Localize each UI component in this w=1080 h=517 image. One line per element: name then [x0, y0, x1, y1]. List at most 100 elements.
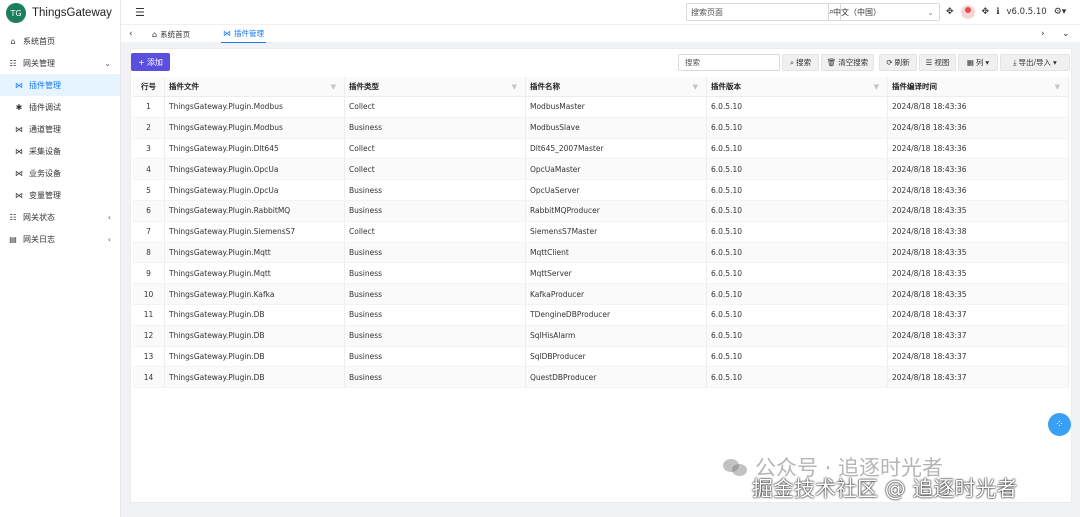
menu-toggle-icon[interactable]: ☰ — [135, 6, 145, 19]
avatar[interactable] — [960, 5, 975, 19]
sidebar-item-2[interactable]: ⋈ 插件管理 — [0, 74, 120, 96]
filter-icon[interactable]: ▼ — [874, 83, 879, 91]
grid-icon: ⁘ — [1055, 419, 1064, 430]
table-row[interactable]: 6 ThingsGateway.Plugin.RabbitMQ Business Ra… — [133, 200, 1069, 222]
table-header-row: 行号 插件文件 ▼ 插件类型 ▼ 插件名称 ▼ 插件版本 ▼ 插件编译时间 ▼ — [133, 77, 1069, 97]
table-cell: ThingsGateway.Plugin.Modbus — [165, 117, 345, 138]
sidebar-item-label: 系统首页 — [23, 36, 55, 46]
column-header-2[interactable]: 插件类型 ▼ — [345, 77, 526, 96]
filter-icon[interactable]: ▼ — [1055, 83, 1060, 91]
table-cell: 2024/8/18 18:43:38 — [888, 221, 1069, 242]
version-label: v6.0.5.10 — [1006, 7, 1047, 17]
table-cell: 6.0.5.10 — [707, 242, 888, 263]
tab-plugin-management[interactable]: ⋈ 插件管理 — [221, 25, 266, 43]
table-row[interactable]: 5 ThingsGateway.Plugin.OpcUa Business OpcUa… — [133, 180, 1069, 201]
tab-label: 系统首页 — [160, 29, 191, 39]
sidebar-item-8[interactable]: ☷ 网关状态 ‹ — [0, 206, 120, 228]
export-import-button[interactable]: ⤓ 导出/导入 ▾ — [1000, 54, 1070, 71]
table-cell: SqlHisAlarm — [526, 325, 707, 346]
table-cell: 2024/8/18 18:43:37 — [888, 367, 1069, 388]
chevron-down-icon: ⌄ — [927, 7, 934, 17]
refresh-icon: ⟳ — [886, 58, 893, 67]
sidebar-item-5[interactable]: ⋈ 采集设备 — [0, 140, 120, 162]
filter-icon[interactable]: ▼ — [331, 83, 336, 91]
table-row[interactable]: 14 ThingsGateway.Plugin.DB Business QuestDB… — [133, 367, 1069, 389]
refresh-button[interactable]: ⟳ 刷新 — [879, 54, 917, 71]
table-cell: ThingsGateway.Plugin.RabbitMQ — [165, 200, 345, 221]
table-cell: Dlt645_2007Master — [526, 138, 707, 159]
table-cell: OpcUaMaster — [526, 159, 707, 180]
table-cell: ModbusSlave — [526, 117, 707, 138]
table-cell: 6.0.5.10 — [707, 367, 888, 388]
table-cell: SiemensS7Master — [526, 221, 707, 242]
chevron-down-icon: ▾ — [985, 58, 990, 67]
tab-home[interactable]: ⌂ 系统首页 — [152, 25, 190, 43]
language-select[interactable]: 中文（中国） ⌄ — [828, 3, 940, 21]
table-row[interactable]: 8 ThingsGateway.Plugin.Mqtt Business MqttCl… — [133, 242, 1069, 264]
tabs-dropdown-icon[interactable]: ⌄ — [1062, 29, 1070, 39]
table-row[interactable]: 4 ThingsGateway.Plugin.OpcUa Collect OpcUaM… — [133, 159, 1069, 181]
table-cell: ThingsGateway.Plugin.Kafka — [165, 284, 345, 304]
table-cell: 2024/8/18 18:43:37 — [888, 325, 1069, 346]
home-icon: ⌂ — [152, 29, 158, 39]
table-row[interactable]: 13 ThingsGateway.Plugin.DB Business SqlDBPr… — [133, 346, 1069, 368]
table-cell: 2024/8/18 18:43:36 — [888, 97, 1069, 117]
drag-icon[interactable]: ✥ — [982, 7, 990, 17]
sidebar-item-6[interactable]: ⋈ 业务设备 — [0, 162, 120, 184]
column-header-4[interactable]: 插件版本 ▼ — [707, 77, 888, 96]
add-button[interactable]: + 添加 — [131, 53, 170, 71]
column-header-5[interactable]: 插件编译时间 ▼ — [888, 77, 1069, 96]
sidebar-item-3[interactable]: ✱ 插件调试 — [0, 96, 120, 118]
filter-icon[interactable]: ▼ — [693, 83, 698, 91]
table-cell: 6.0.5.10 — [707, 221, 888, 242]
column-header-1[interactable]: 插件文件 ▼ — [165, 77, 345, 96]
table-row[interactable]: 12 ThingsGateway.Plugin.DB Business SqlHisA… — [133, 325, 1069, 347]
columns-button[interactable]: ▦ 列 ▾ — [958, 54, 998, 71]
search-page-input[interactable]: 搜索页面 ⌕ — [686, 3, 841, 21]
table-cell: Business — [345, 242, 526, 263]
table-cell: 2024/8/18 18:43:37 — [888, 346, 1069, 367]
table-cell: ModbusMaster — [526, 97, 707, 117]
table-row[interactable]: 11 ThingsGateway.Plugin.DB Business TDengin… — [133, 304, 1069, 326]
table-search-input[interactable]: 搜索 — [678, 54, 780, 71]
tabs-scroll-left-icon[interactable]: ‹ — [129, 29, 133, 39]
sidebar-item-0[interactable]: ⌂ 系统首页 — [0, 30, 120, 52]
column-header-label: 行号 — [141, 82, 156, 91]
table-cell: 2024/8/18 18:43:35 — [888, 200, 1069, 221]
device-icon: ⋈ — [15, 146, 23, 156]
table-row[interactable]: 9 ThingsGateway.Plugin.Mqtt Business MqttSe… — [133, 263, 1069, 285]
table-cell: ThingsGateway.Plugin.DB — [165, 304, 345, 325]
gear-icon[interactable]: ⚙▾ — [1054, 7, 1067, 17]
wechat-icon — [723, 457, 749, 477]
plugin-table-card: + 添加 搜索 ⌕ 搜索 🗑 清空搜索 ⟳ 刷新 ☰ 视图 ▦ 列 ▾ ⤓ 导出/导入 ▾ 行号… — [130, 48, 1072, 503]
table-row[interactable]: 1 ThingsGateway.Plugin.Modbus Collect Modbu… — [133, 97, 1069, 118]
move-icon[interactable]: ✥ — [946, 7, 954, 17]
table-row[interactable]: 7 ThingsGateway.Plugin.SiemensS7 Collect Si… — [133, 221, 1069, 243]
table-row[interactable]: 10 ThingsGateway.Plugin.Kafka Business Kafk… — [133, 284, 1069, 305]
table-row[interactable]: 3 ThingsGateway.Plugin.Dlt645 Collect Dlt64… — [133, 138, 1069, 160]
float-apps-button[interactable]: ⁘ — [1048, 413, 1071, 436]
sidebar-item-4[interactable]: ⋈ 通道管理 — [0, 118, 120, 140]
search-button[interactable]: ⌕ 搜索 — [782, 54, 819, 71]
plugin-icon: ⋈ — [223, 29, 231, 38]
sidebar-item-7[interactable]: ⋈ 变量管理 — [0, 184, 120, 206]
filter-icon[interactable]: ▼ — [512, 83, 517, 91]
table-cell: Collect — [345, 138, 526, 159]
tabs-scroll-right-icon[interactable]: › — [1041, 29, 1045, 39]
info-icon[interactable]: ℹ — [996, 7, 999, 17]
plugin-icon: ⋈ — [15, 80, 23, 90]
sidebar-item-label: 插件调试 — [29, 102, 61, 112]
sidebar-item-9[interactable]: ▤ 网关日志 ‹ — [0, 228, 120, 250]
table-cell: Business — [345, 346, 526, 367]
table-row[interactable]: 2 ThingsGateway.Plugin.Modbus Business Modb… — [133, 117, 1069, 139]
brand[interactable]: TG ThingsGateway — [0, 0, 120, 26]
column-header-3[interactable]: 插件名称 ▼ — [526, 77, 707, 96]
clear-search-button[interactable]: 🗑 清空搜索 — [821, 54, 874, 71]
view-button[interactable]: ☰ 视图 — [919, 54, 956, 71]
sidebar-item-1[interactable]: ☷ 网关管理 ⌄ — [0, 52, 120, 74]
table-cell: ThingsGateway.Plugin.Mqtt — [165, 263, 345, 284]
column-header-0[interactable]: 行号 — [133, 77, 165, 96]
table-cell: Collect — [345, 159, 526, 180]
table-cell: Collect — [345, 221, 526, 242]
table-search-placeholder: 搜索 — [685, 58, 700, 67]
